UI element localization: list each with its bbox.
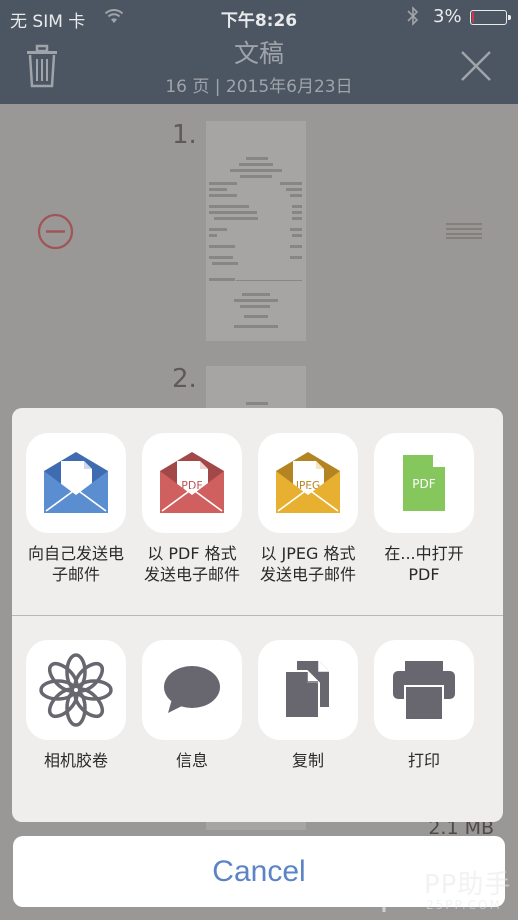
close-icon <box>461 51 491 81</box>
reorder-handle[interactable] <box>446 222 484 244</box>
action-label: 以 PDF 格式 发送电子邮件 <box>143 544 240 584</box>
message-action[interactable]: 信息 <box>134 640 250 771</box>
email-pdf-action[interactable]: PDF 以 PDF 格式 发送电子邮件 <box>134 433 250 585</box>
battery-icon <box>470 10 511 25</box>
page-title: 文稿 <box>233 39 284 68</box>
battery-percent: 3% <box>433 6 462 27</box>
watermark: PP助手 25PP.COM <box>378 864 510 918</box>
page-thumbnail[interactable] <box>206 121 306 341</box>
action-label: 复制 <box>291 751 324 770</box>
camera-roll-icon <box>39 653 113 727</box>
action-label: 以 JPEG 格式 发送电子邮件 <box>259 544 356 584</box>
action-label: 相机胶卷 <box>43 751 108 770</box>
minus-circle-icon <box>37 213 74 250</box>
camera-roll-action[interactable]: 相机胶卷 <box>18 640 134 771</box>
bluetooth-icon <box>407 6 419 31</box>
email-jpeg-action[interactable]: JPEG 以 JPEG 格式 发送电子邮件 <box>250 433 366 585</box>
message-icon <box>164 666 220 713</box>
open-pdf-icon: PDF <box>403 455 445 511</box>
action-label: 信息 <box>175 751 208 770</box>
nav-header: 无 SIM 卡 下午8:26 3% 文稿 16 页 | 2015年6月23日 <box>0 0 518 104</box>
copy-action[interactable]: 复制 <box>250 640 366 771</box>
email-to-self-action[interactable]: 向自己发送电 子邮件 <box>18 433 134 585</box>
action-label: 在...中打开 PDF <box>384 544 464 584</box>
copy-icon <box>285 661 329 719</box>
print-action[interactable]: 打印 <box>366 640 482 771</box>
print-icon <box>393 661 455 719</box>
action-label: 打印 <box>407 751 440 770</box>
email-pdf-icon: PDF <box>160 452 224 513</box>
page-number: 1. <box>172 120 197 150</box>
email-jpeg-icon: JPEG <box>276 452 340 513</box>
page-number: 2. <box>172 364 197 394</box>
open-pdf-in-action[interactable]: PDF 在...中打开 PDF <box>366 433 482 585</box>
sheet-divider <box>12 615 503 616</box>
pp-logo-icon <box>382 866 418 912</box>
email-self-icon <box>44 452 108 513</box>
watermark-site: 25PP.COM <box>426 898 502 912</box>
page-subtitle: 16 页 | 2015年6月23日 <box>165 77 353 97</box>
status-bar: 无 SIM 卡 下午8:26 3% <box>0 0 518 34</box>
remove-page-button[interactable] <box>37 213 74 254</box>
close-button[interactable] <box>460 50 492 86</box>
pdf-badge: PDF <box>412 477 435 491</box>
action-label: 向自己发送电 子邮件 <box>27 544 124 584</box>
reorder-icon <box>446 223 482 239</box>
watermark-brand: PP助手 <box>424 870 512 900</box>
share-sheet: 向自己发送电 子邮件 PDF 以 PDF 格式 发送电子邮件 JPEG 以 JP… <box>12 408 503 822</box>
